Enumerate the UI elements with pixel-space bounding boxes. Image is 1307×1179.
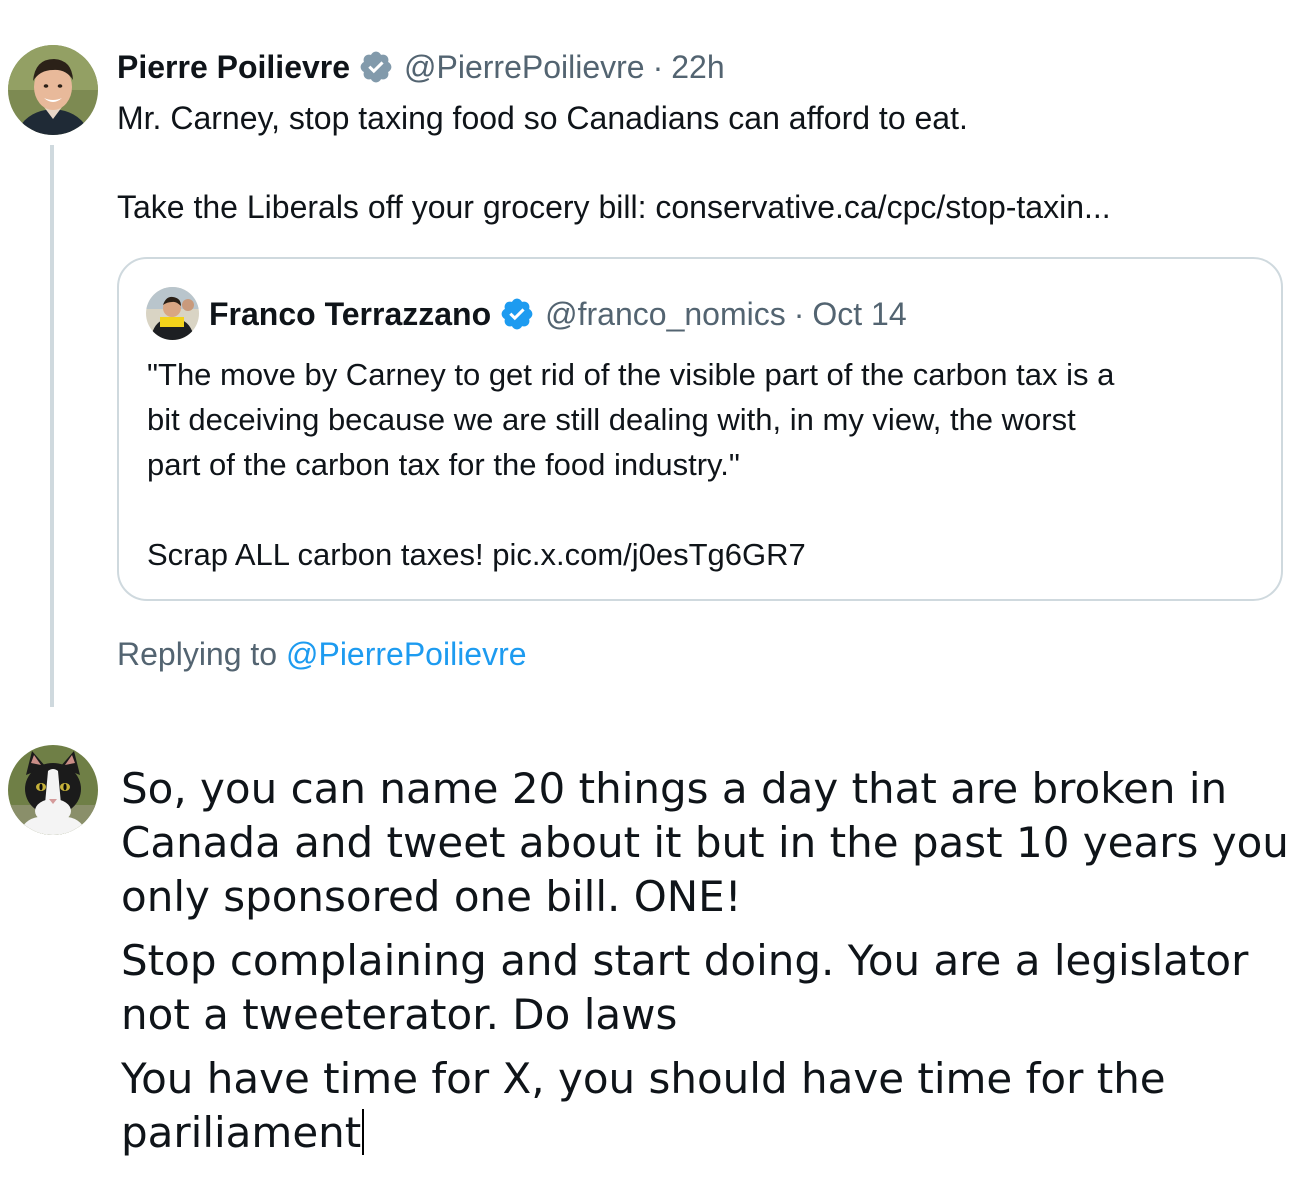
quoted-tweet-card[interactable]: Franco Terrazzano @franco_nomics · Oct 1… [117, 257, 1283, 601]
verified-icon [499, 296, 535, 332]
reply-line: You have time for X, you should have tim… [121, 1054, 1166, 1103]
author-name[interactable]: Pierre Poilievre [117, 49, 350, 86]
quoted-tweet-text: "The move by Carney to get rid of the vi… [147, 352, 1114, 577]
text-caret [362, 1109, 365, 1155]
author-avatar[interactable] [8, 45, 98, 135]
quoted-text-line: "The move by Carney to get rid of the vi… [147, 357, 1115, 392]
replying-to: Replying to @PierrePoilievre [117, 636, 527, 673]
quoted-tweet-header: Franco Terrazzano @franco_nomics · Oct 1… [209, 291, 907, 337]
quoted-text-line: Scrap ALL carbon taxes! pic.x.com/j0esTg… [147, 537, 806, 572]
reply-paragraph: So, you can name 20 things a day that ar… [121, 762, 1291, 924]
reply-author-avatar[interactable] [8, 745, 98, 835]
separator-dot: · [793, 295, 805, 332]
reply-line: Canada and tweet about it but in the pas… [121, 818, 1289, 867]
tweet-text-line: Mr. Carney, stop taxing food so Canadian… [117, 100, 968, 136]
reply-line-last: pariliament [121, 1106, 1291, 1160]
author-handle[interactable]: @PierrePoilievre [404, 49, 645, 86]
quoted-author-name: Franco Terrazzano [209, 295, 492, 332]
reply-line-text: pariliament [121, 1108, 362, 1157]
replying-to-label: Replying to [117, 636, 278, 672]
reply-compose-textarea[interactable]: So, you can name 20 things a day that ar… [121, 762, 1291, 1170]
replying-to-mention[interactable]: @PierrePoilievre [286, 636, 527, 672]
tweet-text-line[interactable]: Take the Liberals off your grocery bill:… [117, 185, 1111, 229]
quoted-text-line: part of the carbon tax for the food indu… [147, 447, 740, 482]
tweet-timestamp[interactable]: 22h [671, 49, 724, 86]
reply-line: Stop complaining and start doing. You ar… [121, 936, 1249, 985]
reply-line: only sponsored one bill. ONE! [121, 872, 742, 921]
reply-paragraph: Stop complaining and start doing. You ar… [121, 934, 1291, 1042]
tweet-text: Mr. Carney, stop taxing food so Canadian… [117, 96, 1111, 229]
verified-icon[interactable] [358, 49, 394, 85]
separator-dot: · [652, 48, 664, 85]
tweet-header: Pierre Poilievre @PierrePoilievre · 22h [117, 44, 725, 90]
thread-line [50, 145, 54, 707]
quoted-tweet-timestamp: Oct 14 [812, 295, 907, 332]
quoted-text-line: bit deceiving because we are still deali… [147, 402, 1076, 437]
reply-line: So, you can name 20 things a day that ar… [121, 764, 1228, 813]
reply-line: not a tweeterator. Do laws [121, 990, 678, 1039]
quoted-author-handle: @franco_nomics [545, 295, 786, 332]
reply-paragraph: You have time for X, you should have tim… [121, 1052, 1291, 1160]
quoted-author-avatar [146, 287, 199, 340]
